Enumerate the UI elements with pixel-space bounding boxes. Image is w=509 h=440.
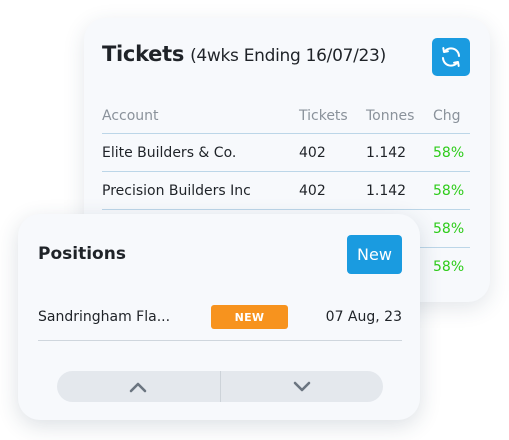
position-name: Sandringham Fla... <box>38 309 171 325</box>
table-row[interactable]: Precision Builders Inc 402 1.142 58% <box>102 172 470 210</box>
cell-account: Precision Builders Inc <box>102 182 251 199</box>
col-header-tickets: Tickets <box>299 107 348 124</box>
col-header-tonnes: Tonnes <box>366 107 415 124</box>
tickets-subtitle: (4wks Ending 16/07/23) <box>190 46 386 66</box>
pager-control <box>57 371 383 402</box>
chevron-up-icon <box>129 382 147 392</box>
cell-account: Elite Builders & Co. <box>102 144 237 161</box>
cell-tonnes: 1.142 <box>366 144 407 161</box>
widget-stage: Tickets (4wks Ending 16/07/23) Account Ti… <box>0 0 509 440</box>
new-position-button[interactable]: New <box>347 235 402 274</box>
scroll-up-button[interactable] <box>57 371 220 402</box>
position-date: 07 Aug, 23 <box>325 309 402 325</box>
cell-tickets: 402 <box>299 144 326 161</box>
chevron-down-icon <box>293 381 311 391</box>
cell-chg: 58% <box>433 182 465 199</box>
tickets-table-header: Account Tickets Tonnes Chg <box>102 98 470 134</box>
positions-card: Positions New Sandringham Fla... NEW 07 … <box>18 214 420 420</box>
col-header-chg: Chg <box>433 107 461 124</box>
refresh-button[interactable] <box>432 38 470 76</box>
tickets-title: Tickets <box>102 42 185 66</box>
table-row[interactable]: Elite Builders & Co. 402 1.142 58% <box>102 134 470 172</box>
tickets-heading: Tickets (4wks Ending 16/07/23) <box>102 42 386 66</box>
scroll-down-button[interactable] <box>221 371 384 402</box>
refresh-icon <box>442 47 460 67</box>
status-badge: NEW <box>211 305 288 329</box>
cell-chg: 58% <box>433 220 465 237</box>
list-item[interactable]: Sandringham Fla... NEW 07 Aug, 23 <box>38 300 402 341</box>
cell-tickets: 402 <box>299 182 326 199</box>
cell-chg: 58% <box>433 258 465 275</box>
cell-chg: 58% <box>433 144 465 161</box>
positions-title: Positions <box>38 244 126 264</box>
cell-tonnes: 1.142 <box>366 182 407 199</box>
col-header-account: Account <box>102 107 159 124</box>
